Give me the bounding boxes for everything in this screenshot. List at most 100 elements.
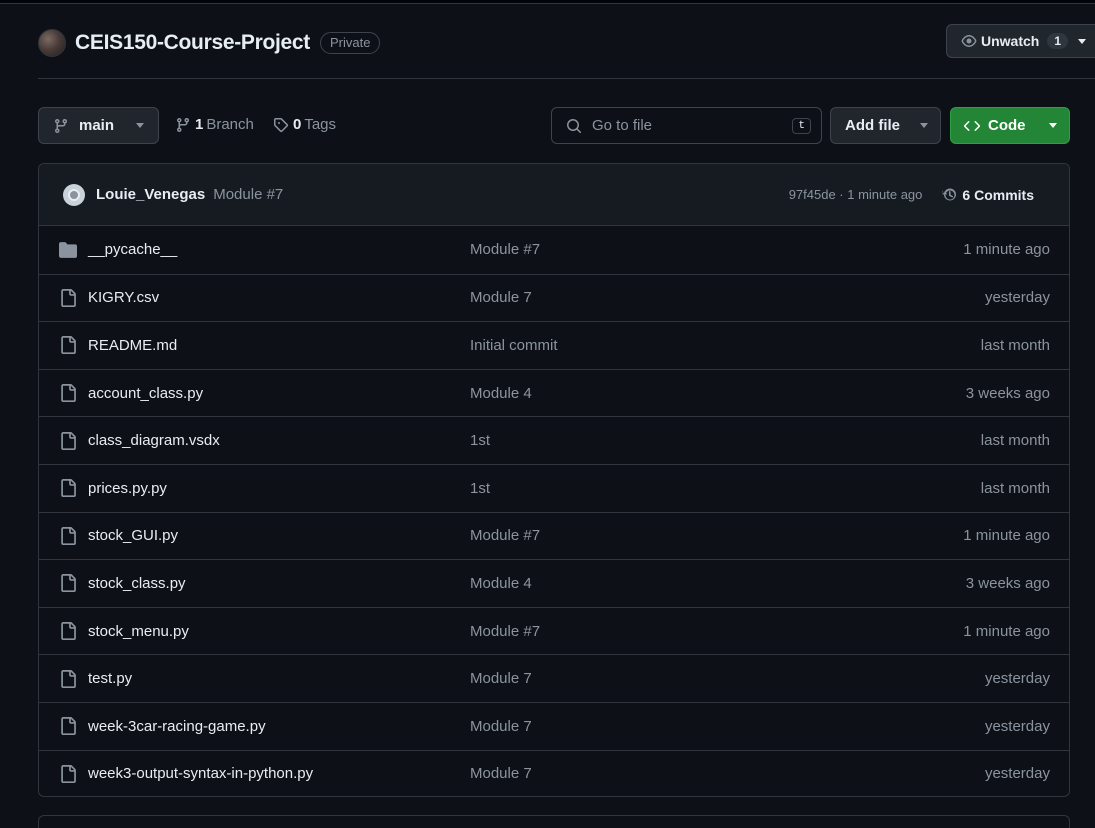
file-row[interactable]: week3-output-syntax-in-python.py Module 7… [39,749,1069,796]
git-branch-icon [177,117,189,132]
branch-select-button[interactable]: main [38,107,159,144]
commits-label: Commits [974,186,1034,203]
file-row[interactable]: account_class.py Module 4 3 weeks ago [39,368,1069,417]
add-file-button[interactable]: Add file [830,107,941,144]
eye-icon [961,35,977,47]
file-icon [59,526,77,545]
file-icon [59,717,77,736]
go-to-file-input[interactable]: Go to file t [551,107,822,144]
top-bar [0,0,1095,4]
file-commit-message[interactable]: 1st [470,432,490,449]
file-name[interactable]: test.py [88,670,132,687]
file-commit-message[interactable]: Module #7 [470,623,540,640]
tags-link[interactable]: 0 Tags [273,116,336,133]
file-name[interactable]: account_class.py [88,385,203,402]
file-commit-date: last month [980,336,1050,354]
file-row[interactable]: README.md Initial commit last month [39,321,1069,369]
branches-link[interactable]: 1 Branch [175,116,254,133]
file-commit-date: 3 weeks ago [965,384,1050,402]
file-name[interactable]: stock_class.py [88,575,186,592]
file-name[interactable]: prices.py.py [88,480,167,497]
git-branch-icon [55,118,67,133]
file-commit-message[interactable]: Module 7 [470,765,532,782]
commit-message[interactable]: Module #7 [213,186,283,203]
file-row[interactable]: __pycache__ Module #7 1 minute ago [39,226,1069,274]
unwatch-button[interactable]: Unwatch 1 [946,24,1095,58]
file-row[interactable]: stock_menu.py Module #7 1 minute ago [39,606,1069,655]
file-row[interactable]: KIGRY.csv Module 7 yesterday [39,273,1069,322]
file-commit-date: yesterday [984,765,1050,783]
latest-commit-bar: Louie_Venegas Module #7 97f45de · 1 minu… [39,164,1069,226]
tags-label: Tags [304,116,337,133]
shortcut-key: t [792,117,811,134]
add-file-label: Add file [845,117,900,134]
code-button[interactable]: Code [950,107,1070,144]
file-icon [59,574,77,593]
commit-author[interactable]: Louie_Venegas [96,186,205,203]
repo-name[interactable]: CEIS150-Course-Project [75,31,310,55]
file-commit-date: last month [980,479,1050,497]
tags-count: 0 [293,116,302,133]
repo-header: CEIS150-Course-Project Private [38,28,381,58]
tag-icon [273,117,289,132]
file-name[interactable]: class_diagram.vsdx [88,432,220,449]
commit-sha-time[interactable]: 97f45de · 1 minute ago [789,187,923,202]
file-commit-date: 1 minute ago [963,241,1050,259]
chevron-down-icon [136,123,144,128]
file-commit-message[interactable]: Module 7 [470,289,532,306]
file-row[interactable]: stock_GUI.py Module #7 1 minute ago [39,511,1069,560]
file-commit-date: yesterday [984,670,1050,688]
file-icon [59,479,77,498]
file-name[interactable]: KIGRY.csv [88,289,159,306]
file-commit-message[interactable]: Module 7 [470,670,532,687]
file-icon [59,288,77,307]
file-commit-date: last month [980,432,1050,450]
folder-icon [59,241,77,259]
code-icon [964,120,980,131]
commits-history-link[interactable]: 6 Commits [942,187,1034,203]
branches-label: Branch [206,116,254,133]
go-to-file-placeholder: Go to file [592,117,653,134]
code-label: Code [988,117,1026,134]
search-icon [567,118,582,133]
file-commit-date: 1 minute ago [963,622,1050,640]
file-icon [59,336,77,355]
header-divider [38,78,1095,79]
file-commit-date: yesterday [984,717,1050,735]
commit-author-avatar[interactable] [63,183,85,206]
chevron-down-icon[interactable] [1078,38,1087,44]
file-icon [59,622,77,641]
file-name[interactable]: stock_GUI.py [88,527,178,544]
file-commit-message[interactable]: 1st [470,480,490,497]
file-commit-message[interactable]: Module 7 [470,718,532,735]
file-row[interactable]: stock_class.py Module 4 3 weeks ago [39,559,1069,607]
branches-count: 1 [195,116,204,133]
file-commit-message[interactable]: Module #7 [470,527,540,544]
file-commit-date: 1 minute ago [963,527,1050,545]
file-commit-date: 3 weeks ago [965,574,1050,592]
commits-count: 6 [962,186,971,203]
file-row[interactable]: test.py Module 7 yesterday [39,654,1069,702]
file-row[interactable]: week-3car-racing-game.py Module 7 yesterda… [39,701,1069,750]
file-name[interactable]: stock_menu.py [88,623,189,640]
file-row[interactable]: class_diagram.vsdx 1st last month [39,416,1069,464]
file-commit-message[interactable]: Module #7 [470,241,540,258]
file-commit-message[interactable]: Module 4 [470,385,532,402]
unwatch-label: Unwatch [981,33,1040,49]
file-icon [59,384,77,403]
visibility-badge: Private [319,32,381,54]
chevron-down-icon [1049,123,1057,128]
file-name[interactable]: week3-output-syntax-in-python.py [88,765,313,782]
file-name[interactable]: week-3car-racing-game.py [88,718,266,735]
file-icon [59,431,77,450]
file-row[interactable]: prices.py.py 1st last month [39,463,1069,512]
file-name[interactable]: README.md [88,337,177,354]
file-name[interactable]: __pycache__ [88,241,177,258]
branch-name: main [79,117,115,134]
owner-avatar[interactable] [38,29,66,57]
file-table: Louie_Venegas Module #7 97f45de · 1 minu… [38,163,1070,797]
file-icon [59,669,77,688]
file-commit-message[interactable]: Module 4 [470,575,532,592]
file-commit-date: yesterday [984,289,1050,307]
file-commit-message[interactable]: Initial commit [470,337,558,354]
